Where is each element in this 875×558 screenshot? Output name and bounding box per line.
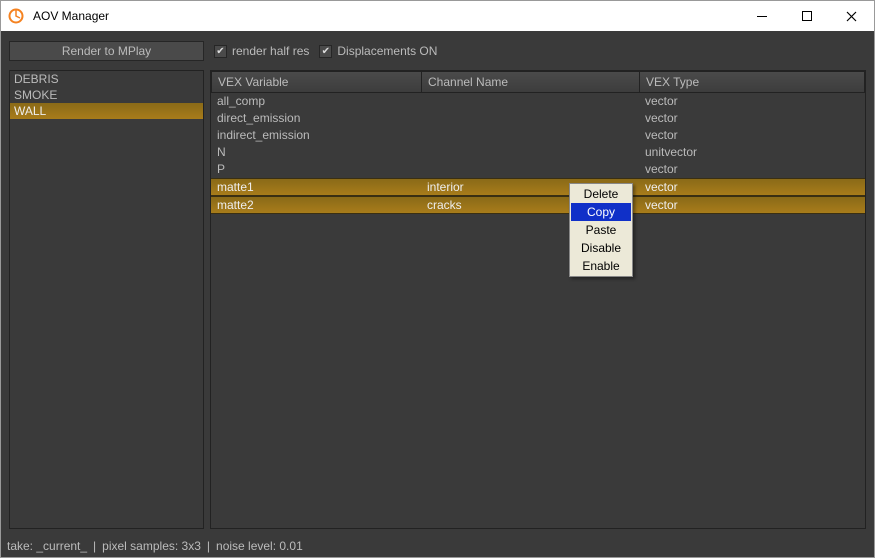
layer-item[interactable]: DEBRIS [10,71,203,87]
displacements-on-checkbox[interactable]: ✔ Displacements ON [319,44,437,58]
status-separator: | [207,539,210,553]
context-menu: DeleteCopyPasteDisableEnable [569,183,633,277]
table-cell [421,144,639,161]
checkmark-icon: ✔ [214,45,227,58]
table-row[interactable]: matte2cracksvector [211,196,865,214]
render-half-res-checkbox[interactable]: ✔ render half res [214,44,309,58]
app-body: Render to MPlay ✔ render half res ✔ Disp… [1,31,874,557]
context-menu-item[interactable]: Disable [571,239,631,257]
table-header: VEX Variable Channel Name VEX Type [211,71,865,93]
table-cell: matte1 [211,179,421,195]
app-icon [7,7,25,25]
main-area: DEBRISSMOKEWALL VEX Variable Channel Nam… [1,70,874,535]
table-cell: vector [639,179,865,195]
checkmark-icon: ✔ [319,45,332,58]
toolbar: Render to MPlay ✔ render half res ✔ Disp… [1,31,874,70]
layer-list[interactable]: DEBRISSMOKEWALL [9,70,204,529]
table-row[interactable]: all_comp vector [211,93,865,110]
maximize-button[interactable] [784,2,829,31]
table-cell [421,93,639,110]
table-cell: N [211,144,421,161]
table-row[interactable]: Nunitvector [211,144,865,161]
app-window: AOV Manager Render to MPlay ✔ render hal… [0,0,875,558]
table-cell [421,110,639,127]
render-to-mplay-button[interactable]: Render to MPlay [9,41,204,61]
table-body[interactable]: all_compvectordirect_emissionvectorindir… [211,93,865,528]
table-cell: matte2 [211,197,421,213]
table-row[interactable]: matte1interiorvector [211,178,865,196]
table-cell: unitvector [639,144,865,161]
column-header-channel-name[interactable]: Channel Name [421,71,639,93]
table-cell: vector [639,197,865,213]
status-separator: | [93,539,96,553]
statusbar: take: _current_ | pixel samples: 3x3 | n… [1,535,874,557]
table-cell: direct_emission [211,110,421,127]
aov-table: VEX Variable Channel Name VEX Type all_c… [210,70,866,529]
column-header-vex-variable[interactable]: VEX Variable [211,71,421,93]
context-menu-item[interactable]: Copy [571,203,631,221]
table-row[interactable]: indirect_emission vector [211,127,865,144]
table-cell: vector [639,93,865,110]
status-take: take: _current_ [7,539,87,553]
table-cell: all_comp [211,93,421,110]
app-title: AOV Manager [33,9,109,23]
layer-item[interactable]: SMOKE [10,87,203,103]
context-menu-item[interactable]: Delete [571,185,631,203]
table-cell: P [211,161,421,178]
status-noise: noise level: 0.01 [216,539,303,553]
context-menu-item[interactable]: Paste [571,221,631,239]
table-cell [421,161,639,178]
table-cell [421,127,639,144]
table-cell: vector [639,127,865,144]
table-row[interactable]: direct_emission vector [211,110,865,127]
table-cell: vector [639,161,865,178]
checkbox-label: render half res [232,44,309,58]
minimize-button[interactable] [739,2,784,31]
close-button[interactable] [829,2,874,31]
status-samples: pixel samples: 3x3 [102,539,201,553]
checkbox-label: Displacements ON [337,44,437,58]
column-header-vex-type[interactable]: VEX Type [639,71,865,93]
titlebar: AOV Manager [1,1,874,31]
layer-item[interactable]: WALL [10,103,203,119]
context-menu-item[interactable]: Enable [571,257,631,275]
table-row[interactable]: Pvector [211,161,865,178]
table-cell: vector [639,110,865,127]
table-cell: indirect_emission [211,127,421,144]
